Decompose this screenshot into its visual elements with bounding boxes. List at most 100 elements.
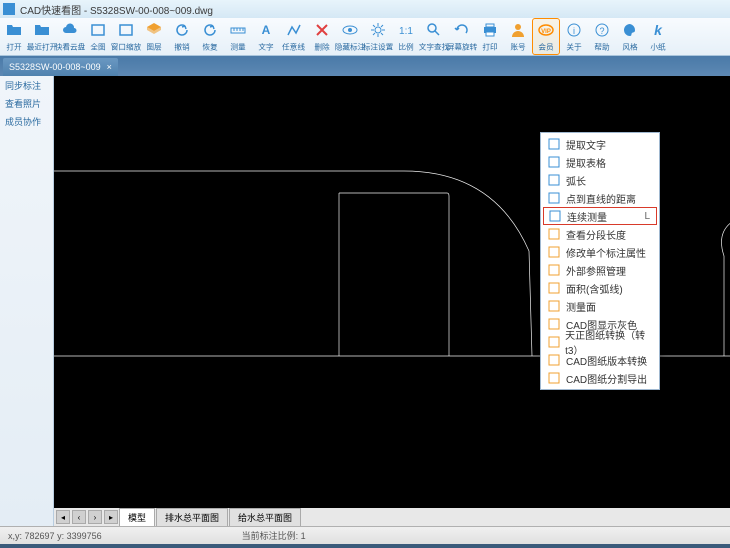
print-button[interactable]: 打印: [476, 18, 504, 55]
cad-split-icon: [547, 371, 561, 385]
svg-text:?: ?: [599, 26, 604, 36]
recent-label: 最近打开: [27, 40, 58, 51]
window-button[interactable]: 窗口缩放: [112, 18, 140, 55]
style-button[interactable]: 风格: [616, 18, 644, 55]
hide-annot-button[interactable]: 隐藏标注: [336, 18, 364, 55]
menu-measure-area[interactable]: 测量面: [543, 297, 657, 315]
layout-tab-2[interactable]: 给水总平面图: [229, 508, 301, 526]
menu-extract-table[interactable]: 提取表格: [543, 153, 657, 171]
undo-button[interactable]: 撤销: [168, 18, 196, 55]
layout-tab-model[interactable]: 模型: [119, 508, 155, 526]
segment-length-icon: [547, 227, 561, 241]
tab-nav-next-icon[interactable]: ›: [88, 510, 102, 524]
menu-cad-version[interactable]: CAD图纸版本转换: [543, 351, 657, 369]
full-label: 全图: [90, 40, 105, 51]
undo-label: 撤销: [174, 40, 189, 51]
cad-version-icon: [547, 353, 561, 367]
arc-length-icon: [547, 173, 561, 187]
svg-text:i: i: [573, 26, 575, 36]
open-button[interactable]: 打开: [0, 18, 28, 55]
layout-tabs: ◂ ‹ › ▸ 模型 排水总平面图 给水总平面图: [54, 508, 730, 526]
menu-tz-convert[interactable]: 天正图纸转换（转t3）: [543, 333, 657, 351]
delete-button[interactable]: 删除: [308, 18, 336, 55]
extract-text-icon: [547, 137, 561, 151]
area-arc-icon: [547, 281, 561, 295]
vip-button[interactable]: VIP 会员: [532, 18, 560, 55]
edit-annot-prop-icon: [547, 245, 561, 259]
menu-arc-length[interactable]: 弧长: [543, 171, 657, 189]
delete-label: 删除: [314, 40, 329, 51]
polyline-label: 任意线: [283, 40, 306, 51]
file-tab-name: S5328SW-00-008~009: [9, 62, 101, 72]
about-button[interactable]: i 关于: [560, 18, 588, 55]
vip-label: 会员: [538, 40, 553, 51]
svg-text:A: A: [262, 23, 271, 37]
tab-nav-last-icon[interactable]: ▸: [104, 510, 118, 524]
layer-button[interactable]: 图层: [140, 18, 168, 55]
menu-point-line-dist[interactable]: 点到直线的距离: [543, 189, 657, 207]
tips-button[interactable]: k 小纸: [644, 18, 672, 55]
toolbar: 打开最近打开快看云盘全图窗口缩放图层撤销 恢复 测量 A文字任意线删除隐藏标注标注设置…: [0, 18, 730, 56]
redo-button[interactable]: 恢复: [196, 18, 224, 55]
menu-extract-text[interactable]: 提取文字: [543, 135, 657, 153]
annot-set-button[interactable]: 标注设置: [364, 18, 392, 55]
sidebar-sync-annot[interactable]: 同步标注: [0, 76, 53, 94]
account-label: 账号: [510, 40, 525, 51]
help-button[interactable]: ? 帮助: [588, 18, 616, 55]
titlebar-text: CAD快速看图 - S5328SW-00-008~009.dwg: [20, 2, 213, 17]
full-button[interactable]: 全图: [84, 18, 112, 55]
find-text-button[interactable]: 文字查找: [420, 18, 448, 55]
cloud-button[interactable]: 快看云盘: [56, 18, 84, 55]
open-label: 打开: [6, 40, 21, 51]
file-tabbar: S5328SW-00-008~009 ×: [0, 56, 730, 76]
window-label: 窗口缩放: [111, 40, 142, 51]
find-text-label: 文字查找: [419, 40, 450, 51]
svg-text:1:1: 1:1: [399, 26, 413, 37]
text-button[interactable]: A文字: [252, 18, 280, 55]
xref-manage-icon: [547, 263, 561, 277]
menu-segment-length[interactable]: 查看分段长度: [543, 225, 657, 243]
polyline-button[interactable]: 任意线: [280, 18, 308, 55]
thumbnail-strip: [0, 544, 730, 548]
annot-set-label: 标注设置: [363, 40, 394, 51]
extract-table-icon: [547, 155, 561, 169]
sidebar-member-collab[interactable]: 成员协作: [0, 112, 53, 130]
file-tab-close-icon[interactable]: ×: [107, 62, 112, 72]
redo-label: 恢复: [202, 40, 217, 51]
recent-button[interactable]: 最近打开: [28, 18, 56, 55]
menu-area-arc[interactable]: 面积(含弧线): [543, 279, 657, 297]
help-label: 帮助: [594, 40, 609, 51]
measure-button[interactable]: 测量: [224, 18, 252, 55]
layout-tab-1[interactable]: 排水总平面图: [156, 508, 228, 526]
rotate-button[interactable]: 屏幕旋转: [448, 18, 476, 55]
cad-gray-icon: [547, 317, 561, 331]
menu-xref-manage[interactable]: 外部参照管理: [543, 261, 657, 279]
menu-continuous-measure[interactable]: 连续测量L: [543, 207, 657, 225]
statusbar: x,y: 782697 y: 3399756 当前标注比例: 1: [0, 526, 730, 544]
cloud-label: 快看云盘: [55, 40, 86, 51]
tab-nav-prev-icon[interactable]: ‹: [72, 510, 86, 524]
tips-label: 小纸: [650, 40, 665, 51]
sidebar-view-image[interactable]: 查看照片: [0, 94, 53, 112]
menu-cad-split[interactable]: CAD图纸分割导出: [543, 369, 657, 387]
account-button[interactable]: 账号: [504, 18, 532, 55]
tab-nav-first-icon[interactable]: ◂: [56, 510, 70, 524]
app-icon: [3, 3, 15, 15]
measure-area-icon: [547, 299, 561, 313]
svg-text:k: k: [654, 22, 663, 38]
file-tab[interactable]: S5328SW-00-008~009 ×: [3, 58, 118, 76]
main: 同步标注查看照片成员协作 ◂ ‹ › ▸ 模型 排水总平面图 给水总平面图 提取…: [0, 76, 730, 526]
print-label: 打印: [482, 40, 497, 51]
scale-label: 比例: [398, 40, 413, 51]
status-scale: 当前标注比例: 1: [242, 529, 306, 542]
rotate-label: 屏幕旋转: [447, 40, 478, 51]
hide-annot-label: 隐藏标注: [335, 40, 366, 51]
menu-edit-annot-prop[interactable]: 修改单个标注属性: [543, 243, 657, 261]
svg-text:VIP: VIP: [541, 29, 551, 35]
about-label: 关于: [566, 40, 581, 51]
point-line-dist-icon: [547, 191, 561, 205]
scale-button[interactable]: 1:1 比例: [392, 18, 420, 55]
titlebar: CAD快速看图 - S5328SW-00-008~009.dwg: [0, 0, 730, 18]
sidebar: 同步标注查看照片成员协作: [0, 76, 54, 526]
measure-label: 测量: [230, 40, 245, 51]
